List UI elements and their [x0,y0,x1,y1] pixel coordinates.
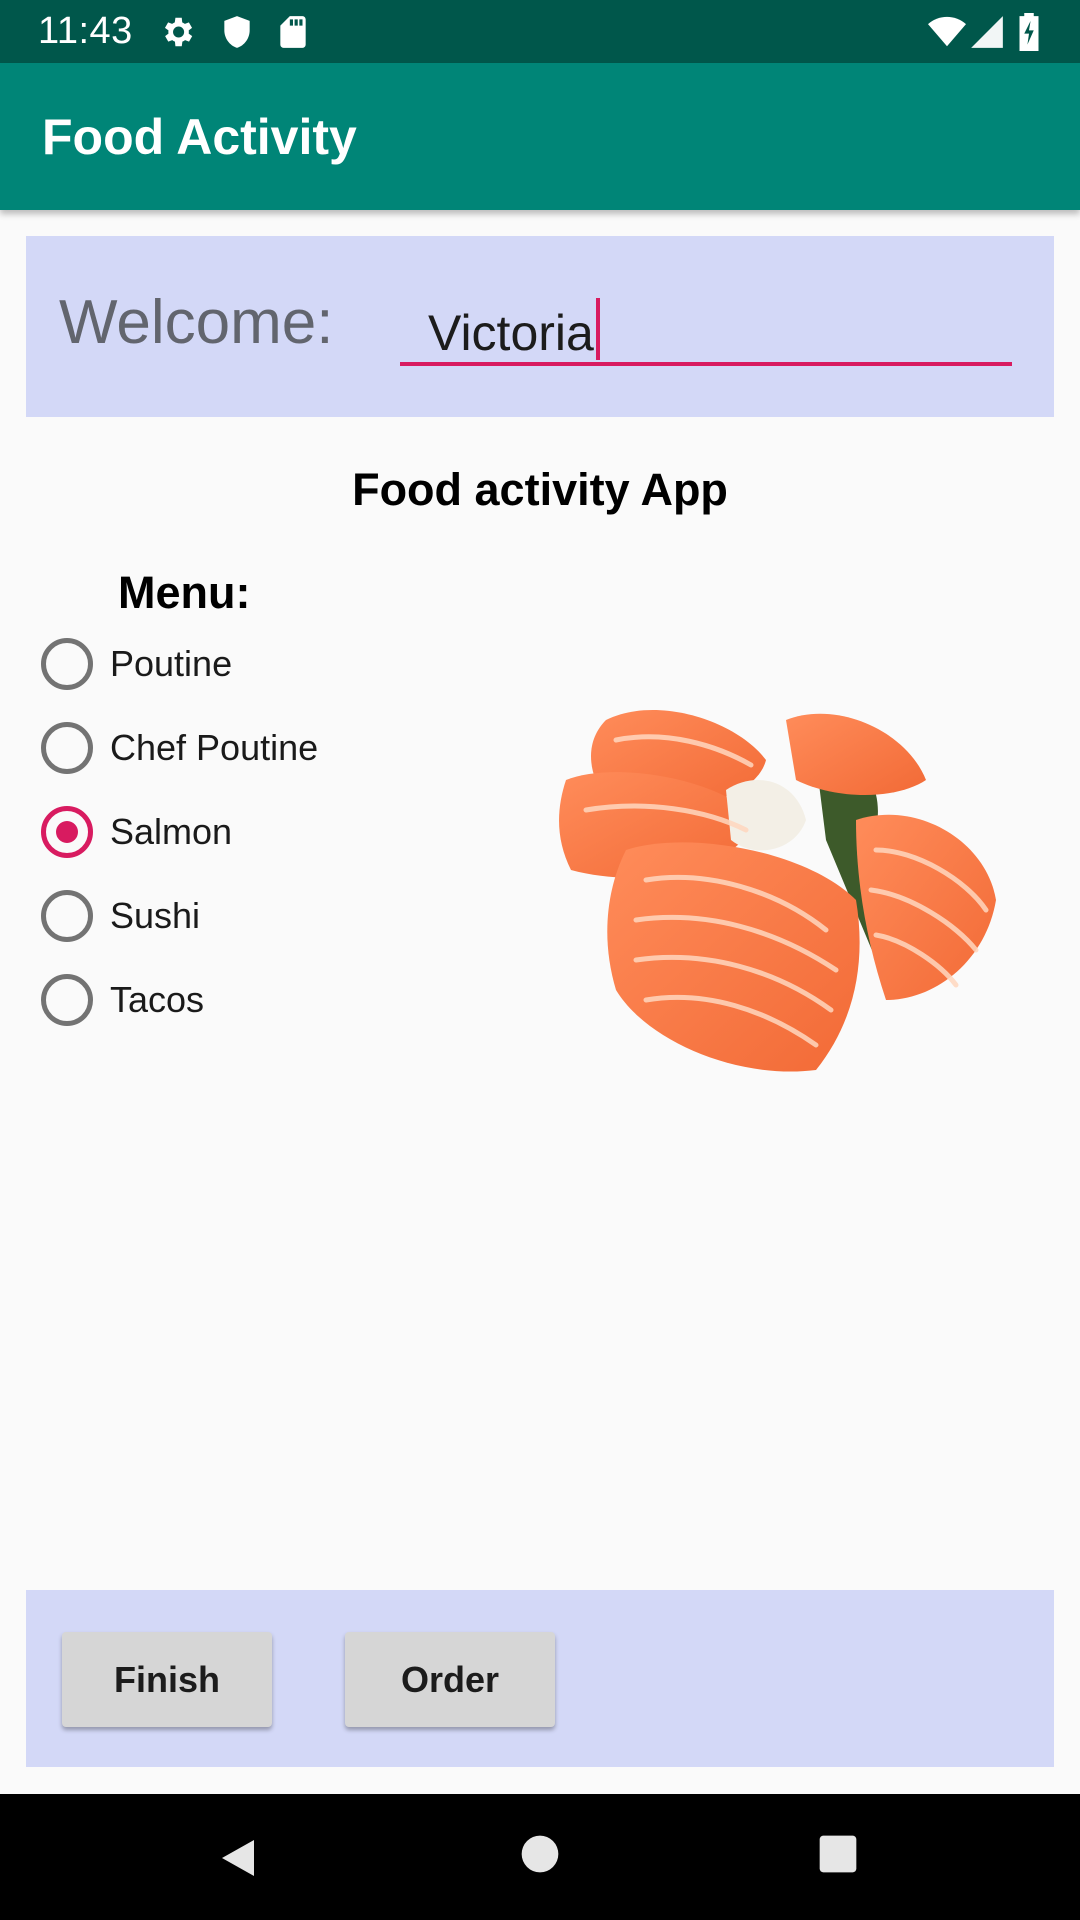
sd-card-icon [280,16,306,48]
radio-button[interactable] [41,638,93,690]
home-icon[interactable] [518,1832,562,1876]
radio-poutine[interactable]: Poutine [40,629,460,699]
navigation-bar [0,1794,1080,1920]
menu-label: Menu: [118,567,251,618]
radio-label: Poutine [110,643,233,684]
radio-dot [56,821,78,843]
app-bar: Food Activity [0,63,1080,210]
battery-icon [1019,13,1039,51]
radio-button[interactable] [41,890,93,942]
radio-button-checked[interactable] [41,806,93,858]
radio-button[interactable] [41,722,93,774]
text-caret [595,298,600,360]
button-panel: Finish Order [26,1590,1054,1767]
radio-sushi[interactable]: Sushi [40,881,460,951]
welcome-panel: Welcome: Victoria [26,236,1054,417]
name-text: Victoria [428,305,594,361]
recents-icon[interactable] [816,1832,860,1876]
app-heading: Food activity App [352,464,728,515]
shield-icon [224,16,250,48]
back-icon[interactable] [214,1834,262,1882]
wifi-icon [928,16,966,47]
salmon-sashimi-image [559,709,996,1072]
welcome-label: Welcome: [59,288,334,357]
radio-label: Sushi [110,895,201,936]
name-input-value: Victoria [428,298,600,363]
radio-tacos[interactable]: Tacos [40,965,460,1035]
status-time: 11:43 [38,10,133,52]
radio-salmon[interactable]: Salmon [40,797,460,867]
radio-label: Tacos [110,979,205,1020]
app-title: Food Activity [42,109,357,165]
radio-chef-poutine[interactable]: Chef Poutine [40,713,460,783]
finish-button[interactable]: Finish [62,1632,272,1727]
radio-button[interactable] [41,974,93,1026]
gear-icon [164,17,193,47]
order-button[interactable]: Order [345,1632,555,1727]
radio-label: Salmon [110,811,233,852]
name-input[interactable]: Victoria [400,286,1012,366]
status-bar: 11:43 [0,0,1080,63]
radio-label: Chef Poutine [110,727,319,768]
signal-icon [971,16,1003,48]
